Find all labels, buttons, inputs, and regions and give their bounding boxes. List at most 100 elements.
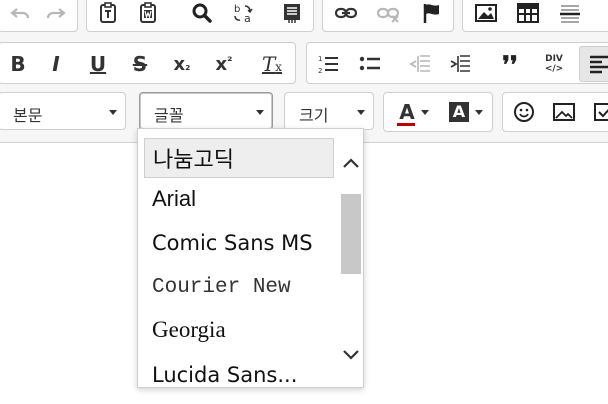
anchor-button[interactable] <box>415 0 449 29</box>
font-option[interactable]: 나눔고딕 <box>144 138 334 178</box>
extra-insert-group <box>502 92 608 132</box>
subscript-icon: x₂ <box>173 53 191 75</box>
chevron-down-icon <box>109 110 117 115</box>
paste-text-icon <box>100 2 116 23</box>
format-select[interactable]: 본문 <box>0 92 126 130</box>
font-option[interactable]: Comic Sans MS <box>144 223 334 263</box>
blockquote-button[interactable]: ❜❜ <box>493 48 527 80</box>
background-color-button[interactable]: A <box>442 96 490 128</box>
horizontal-rule-button[interactable] <box>553 0 587 29</box>
emoticon-button[interactable] <box>507 96 541 128</box>
ordered-list-icon: 12 <box>318 55 338 75</box>
chevron-down-icon <box>256 110 264 115</box>
editor-toolbar: ba B I U S x₂ x² Tx 1 2 ❜❜ DIV </> 본문 글꼴… <box>0 0 608 143</box>
checkbox-button[interactable] <box>587 96 608 128</box>
superscript-button[interactable]: x² <box>207 48 241 80</box>
text-color-button[interactable]: A <box>390 96 438 128</box>
clipboard-find-group: ba <box>86 0 314 32</box>
paragraph-group: 12 ❜❜ DIV </> <box>306 42 608 84</box>
unordered-list-button[interactable] <box>353 48 387 80</box>
strikethrough-button[interactable]: S <box>123 48 157 80</box>
align-left-icon <box>590 55 608 74</box>
strikethrough-icon: S <box>132 52 148 76</box>
align-left-button[interactable] <box>579 46 608 82</box>
flag-icon <box>423 4 439 23</box>
find-button[interactable] <box>185 0 219 29</box>
color-group: A A <box>383 92 493 132</box>
paste-text-button[interactable] <box>91 0 125 29</box>
svg-text:a: a <box>244 12 251 25</box>
chevron-down-icon <box>420 109 429 115</box>
size-select[interactable]: 크기 <box>284 92 374 130</box>
insert-group <box>462 0 608 32</box>
ordered-list-button[interactable]: 12 <box>311 48 345 80</box>
format-select-value: 본문 <box>13 106 43 125</box>
underline-button[interactable]: U <box>81 48 115 80</box>
font-option[interactable]: Georgia <box>144 310 334 350</box>
image-icon <box>475 4 497 22</box>
unlink-button[interactable] <box>371 0 405 29</box>
replace-button[interactable]: ba <box>227 0 261 29</box>
link-group <box>322 0 454 32</box>
scroll-thumb[interactable] <box>341 194 361 274</box>
size-select-value: 크기 <box>299 106 329 125</box>
outdent-button[interactable] <box>403 48 437 80</box>
font-select-value: 글꼴 <box>154 106 184 125</box>
link-button[interactable] <box>329 0 363 29</box>
paste-word-icon <box>140 2 156 23</box>
insert-image-button[interactable] <box>547 96 581 128</box>
text-style-group: B I U S x₂ x² Tx <box>0 42 296 84</box>
indent-button[interactable] <box>443 48 477 80</box>
horizontal-rule-icon <box>560 5 580 23</box>
chevron-down-icon <box>357 110 365 115</box>
div-block-button[interactable]: DIV </> <box>537 48 571 80</box>
font-option[interactable]: Courier New <box>144 267 334 307</box>
smiley-icon <box>514 102 534 122</box>
italic-icon: I <box>52 52 60 76</box>
svg-text:1: 1 <box>318 55 322 63</box>
font-option[interactable]: Arial <box>144 179 334 219</box>
undo-button[interactable] <box>3 0 37 29</box>
picture-icon <box>553 103 575 121</box>
superscript-icon: x² <box>215 53 233 75</box>
unlink-icon <box>376 7 400 23</box>
search-icon <box>192 3 212 23</box>
document-properties-button[interactable] <box>275 0 309 29</box>
table-button[interactable] <box>511 0 545 29</box>
replace-icon: ba <box>234 4 253 25</box>
outdent-icon <box>409 55 430 72</box>
scroll-down-button[interactable] <box>341 344 361 366</box>
link-icon <box>334 7 358 19</box>
svg-text:b: b <box>234 4 240 15</box>
dropdown-scrollbar[interactable] <box>338 130 362 386</box>
chevron-down-icon <box>475 109 483 115</box>
blockquote-icon: ❜❜ <box>502 49 518 79</box>
image-button[interactable] <box>469 0 503 29</box>
underline-icon: U <box>89 52 107 76</box>
text-color-icon: A <box>397 100 416 126</box>
document-properties-icon <box>284 4 300 23</box>
redo-icon <box>46 8 66 19</box>
font-dropdown-list: 나눔고딕 Arial Comic Sans MS Courier New Geo… <box>137 128 364 388</box>
redo-button[interactable] <box>39 0 73 29</box>
div-icon: DIV </> <box>544 54 564 74</box>
chevron-up-icon <box>343 158 359 168</box>
paste-word-button[interactable] <box>131 0 165 29</box>
font-select[interactable]: 글꼴 <box>139 92 273 130</box>
background-color-icon: A <box>449 102 469 122</box>
bold-icon: B <box>10 52 26 76</box>
bold-button[interactable]: B <box>1 48 35 80</box>
svg-text:2: 2 <box>318 67 322 75</box>
undo-redo-group <box>0 0 78 32</box>
indent-icon <box>450 55 470 72</box>
remove-format-button[interactable]: Tx <box>255 48 289 80</box>
font-option[interactable]: Lucida Sans... <box>144 355 334 387</box>
chevron-down-icon <box>343 350 359 360</box>
remove-format-icon: Tx <box>261 52 283 76</box>
checkbox-icon <box>594 103 608 121</box>
unordered-list-icon <box>359 56 380 71</box>
subscript-button[interactable]: x₂ <box>165 48 199 80</box>
scroll-up-button[interactable] <box>341 152 361 174</box>
undo-icon <box>10 8 30 19</box>
italic-button[interactable]: I <box>39 48 73 80</box>
